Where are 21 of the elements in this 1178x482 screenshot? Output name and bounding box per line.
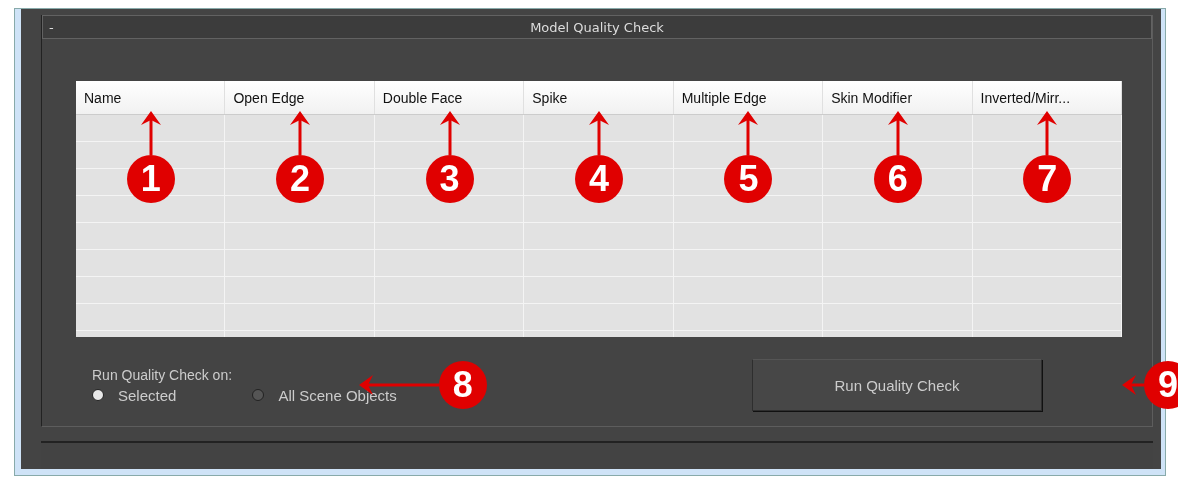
run-button[interactable]: Run Quality Check	[752, 359, 1042, 411]
callout-number: 9	[1144, 361, 1178, 409]
callout-arrow	[1122, 375, 1144, 395]
radio-option[interactable]: Selected	[92, 386, 177, 404]
radio-label: All Scene Objects	[278, 386, 397, 404]
rollout-title: Model Quality Check	[530, 19, 664, 35]
callout-arrow	[738, 111, 759, 155]
callout-arrow	[589, 111, 609, 155]
radio-label: Selected	[118, 386, 177, 404]
callout-arrow	[290, 111, 311, 155]
callout-arrow	[140, 111, 161, 155]
radio-option[interactable]: All Scene Objects	[252, 386, 397, 404]
radio-icon[interactable]	[92, 389, 104, 401]
rollout-header[interactable]: - Model Quality Check	[42, 15, 1152, 39]
radio-icon[interactable]	[252, 389, 265, 401]
callout-number: 8	[438, 361, 487, 409]
collapse-toggle[interactable]: -	[49, 19, 54, 35]
callout-arrow	[887, 111, 908, 155]
callout-arrow	[1037, 111, 1058, 155]
callout-arrow	[439, 111, 460, 155]
group-label: Run Quality Check on:	[92, 366, 234, 383]
